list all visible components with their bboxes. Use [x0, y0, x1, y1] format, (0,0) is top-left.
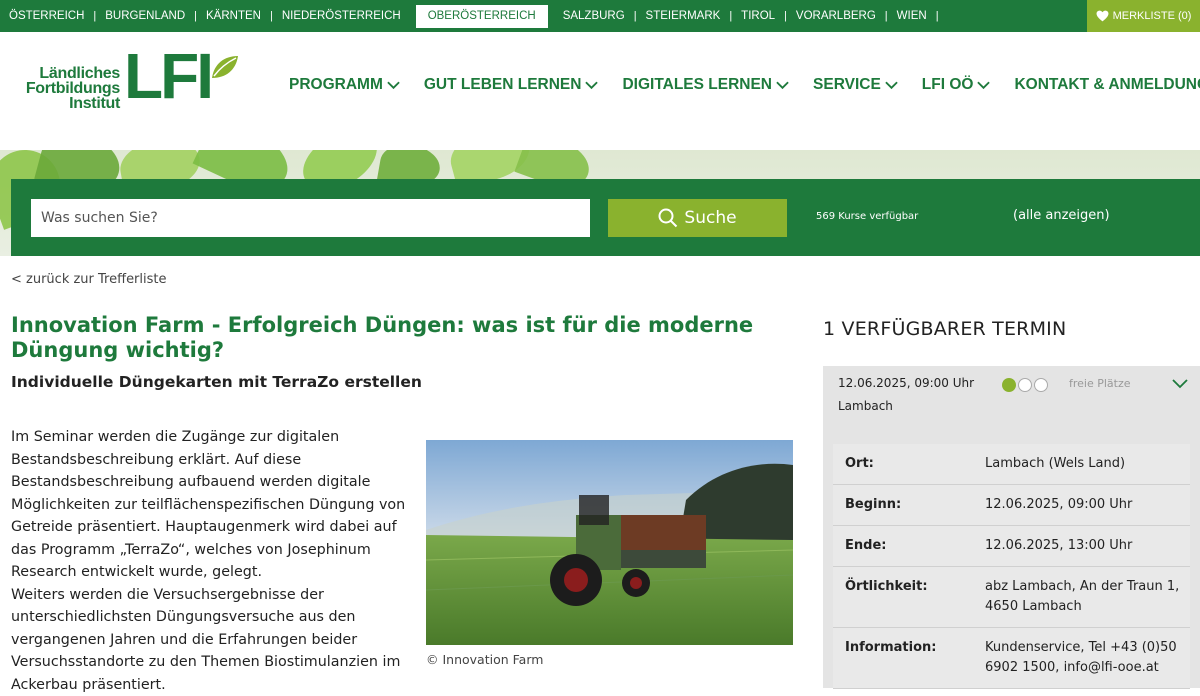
- detail-label: Information:: [845, 640, 937, 655]
- chevron-down-icon[interactable]: [1172, 379, 1188, 389]
- site-header: Ländliches Fortbildungs Institut LFI PRO…: [0, 32, 1200, 150]
- back-to-results-link[interactable]: < zurück zur Trefferliste: [11, 272, 167, 287]
- region-link-burgenland[interactable]: BURGENLAND: [96, 0, 194, 32]
- nav-label: KONTAKT & ANMELDUNG: [1014, 76, 1200, 93]
- chevron-down-icon: [585, 81, 599, 89]
- chevron-down-icon: [885, 81, 898, 89]
- chevron-down-icon: [776, 81, 789, 89]
- region-link-oberoesterreich[interactable]: OBERÖSTERREICH: [415, 4, 548, 28]
- show-all-link[interactable]: (alle anzeigen): [1013, 208, 1110, 223]
- nav-kontakt-anmeldung[interactable]: KONTAKT & ANMELDUNG: [1014, 76, 1200, 94]
- availability-dot: [1018, 378, 1032, 392]
- nav-label: LFI OÖ: [921, 76, 974, 93]
- detail-value: 12.06.2025, 09:00 Uhr: [985, 497, 1133, 512]
- nav-label: SERVICE: [813, 76, 881, 93]
- course-subtitle: Individuelle Düngekarten mit TerraZo ers…: [11, 373, 422, 391]
- top-bar: ÖSTERREICH | BURGENLAND | KÄRNTEN | NIEDERÖ…: [0, 0, 1200, 32]
- separator: |: [935, 10, 939, 22]
- course-photo: [426, 440, 793, 645]
- termine-heading: 1 VERFÜGBARER TERMIN: [823, 318, 1067, 340]
- course-title: Innovation Farm - Erfolgreich Düngen: wa…: [11, 313, 754, 362]
- main-nav: PROGRAMM GUT LEBEN LERNEN DIGITALES LERN…: [289, 76, 1200, 94]
- chevron-down-icon: [387, 81, 400, 89]
- logo-mark[interactable]: LFI: [124, 44, 214, 108]
- region-link-niederoesterreich[interactable]: NIEDERÖSTERREICH: [273, 0, 410, 32]
- search-panel: Was suchen Sie? Suche 569 Kurse verfügba…: [11, 179, 1200, 256]
- region-link-tirol[interactable]: TIROL: [732, 0, 784, 32]
- region-link-wien[interactable]: WIEN: [888, 0, 936, 32]
- nav-label: DIGITALES LERNEN: [622, 76, 773, 93]
- termin-date: 12.06.2025, 09:00 Uhr: [838, 376, 975, 390]
- detail-row: Ende: 12.06.2025, 13:00 Uhr: [833, 526, 1190, 567]
- photo-caption: © Innovation Farm: [426, 652, 544, 667]
- detail-row: Beginn: 12.06.2025, 09:00 Uhr: [833, 485, 1190, 526]
- detail-value: abz Lambach, An der Traun 1, 4650 Lambac…: [985, 579, 1180, 614]
- availability-indicator: [1002, 378, 1048, 392]
- search-button[interactable]: Suche: [608, 199, 787, 237]
- termin-location: Lambach: [838, 399, 893, 413]
- nav-lfi-ooe[interactable]: LFI OÖ: [922, 76, 991, 94]
- detail-label: Ort:: [845, 456, 874, 471]
- availability-dot: [1034, 378, 1048, 392]
- region-link-salzburg[interactable]: SALZBURG: [554, 0, 634, 32]
- nav-service[interactable]: SERVICE: [813, 76, 898, 94]
- tractor-field-image: [426, 440, 793, 645]
- logo-line: Ländliches: [39, 65, 120, 82]
- course-description: Im Seminar werden die Zugänge zur digita…: [11, 426, 411, 696]
- detail-row: Information: Kundenservice, Tel +43 (0)50…: [833, 628, 1190, 689]
- nav-gut-leben-lernen[interactable]: GUT LEBEN LERNEN: [424, 76, 599, 94]
- description-paragraph: Im Seminar werden die Zugänge zur digita…: [11, 429, 406, 580]
- detail-row: Örtlichkeit: abz Lambach, An der Traun 1,…: [833, 567, 1190, 628]
- search-button-label: Suche: [684, 208, 737, 228]
- merkliste-button[interactable]: MERKLISTE (0): [1087, 0, 1200, 32]
- availability-label: freie Plätze: [1069, 377, 1131, 390]
- leaf-logo-icon: [212, 56, 238, 78]
- logo-line: Fortbildungs: [25, 80, 120, 97]
- region-link-oesterreich[interactable]: ÖSTERREICH: [0, 0, 93, 32]
- logo-line: Institut: [69, 95, 120, 112]
- heart-icon: [1096, 10, 1109, 22]
- search-icon: [658, 208, 678, 228]
- logo-wordmark[interactable]: Ländliches Fortbildungs Institut: [10, 65, 120, 112]
- region-link-vorarlberg[interactable]: VORARLBERG: [787, 0, 885, 32]
- termin-card[interactable]: 12.06.2025, 09:00 Uhr Lambach freie Plät…: [823, 366, 1200, 689]
- course-count: 569 Kurse verfügbar: [816, 211, 919, 222]
- detail-value: 12.06.2025, 13:00 Uhr: [985, 538, 1133, 553]
- nav-digitales-lernen[interactable]: DIGITALES LERNEN: [622, 76, 789, 94]
- nav-label: PROGRAMM: [289, 76, 383, 93]
- detail-label: Örtlichkeit:: [845, 579, 928, 594]
- availability-dot: [1002, 378, 1016, 392]
- detail-value: Kundenservice, Tel +43 (0)50 6902 1500, …: [985, 640, 1177, 675]
- region-link-kaernten[interactable]: KÄRNTEN: [197, 0, 270, 32]
- detail-label: Ende:: [845, 538, 887, 553]
- detail-label: Beginn:: [845, 497, 902, 512]
- termin-details: Ort: Lambach (Wels Land) Beginn: 12.06.202…: [833, 444, 1190, 689]
- nav-label: GUT LEBEN LERNEN: [423, 76, 582, 93]
- nav-programm[interactable]: PROGRAMM: [289, 76, 400, 94]
- region-link-steiermark[interactable]: STEIERMARK: [637, 0, 730, 32]
- detail-row: Ort: Lambach (Wels Land): [833, 444, 1190, 485]
- region-list: ÖSTERREICH | BURGENLAND | KÄRNTEN | NIEDERÖ…: [0, 0, 939, 32]
- chevron-down-icon: [977, 81, 991, 89]
- description-paragraph: Weiters werden die Versuchsergebnisse de…: [11, 586, 401, 693]
- detail-value: Lambach (Wels Land): [985, 456, 1126, 471]
- search-input[interactable]: Was suchen Sie?: [31, 199, 590, 237]
- merkliste-label: MERKLISTE (0): [1112, 10, 1192, 22]
